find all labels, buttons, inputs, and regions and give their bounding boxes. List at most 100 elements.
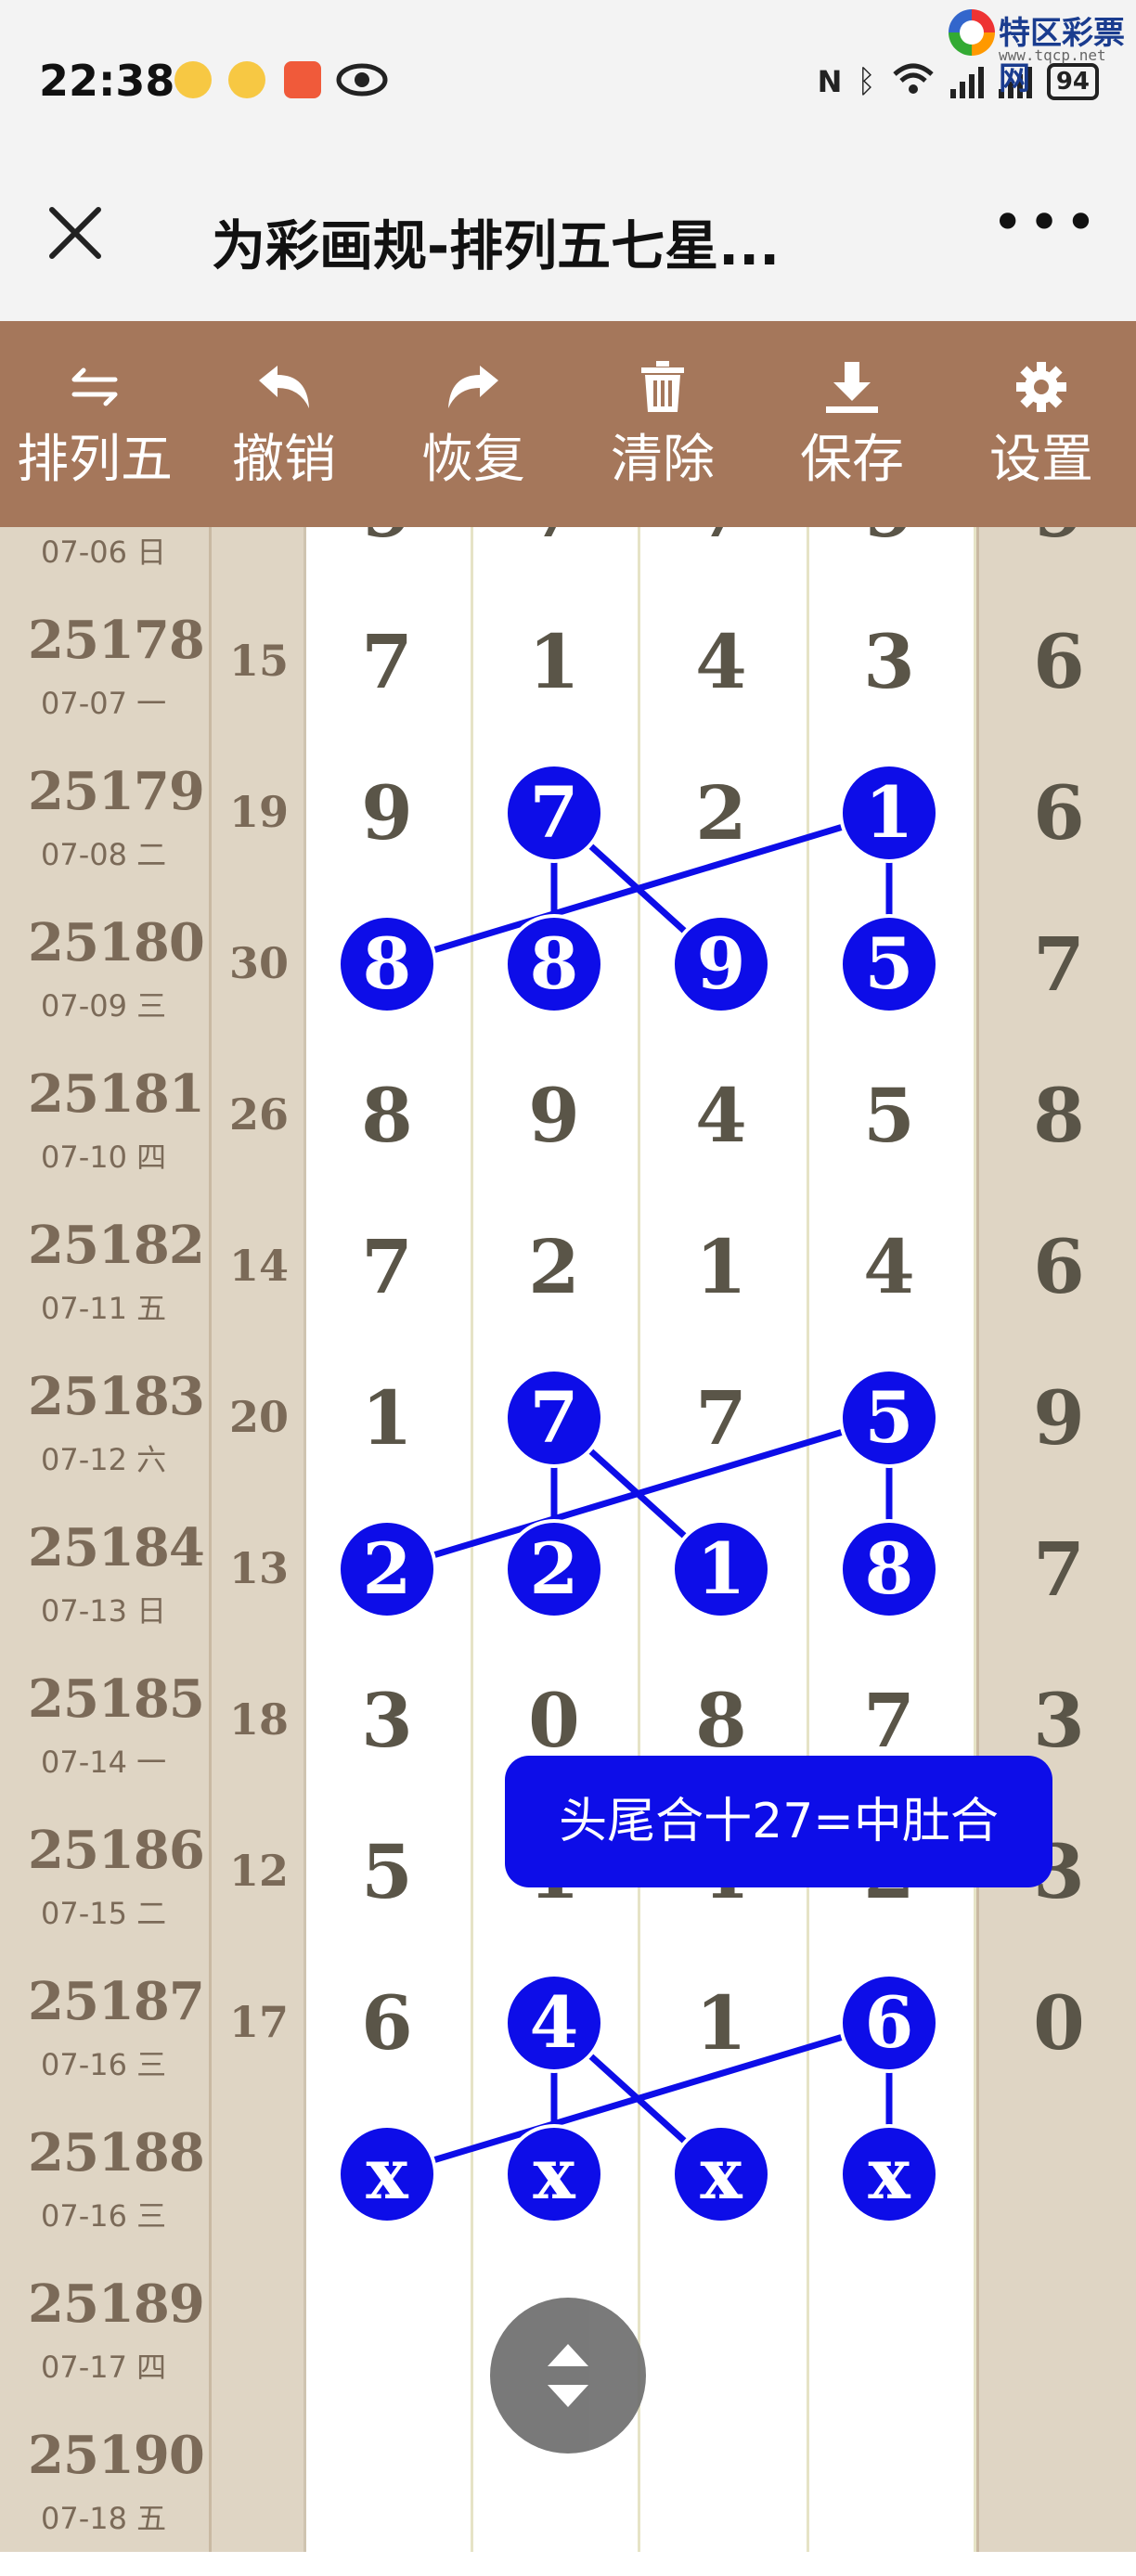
- draw-row: 25178 07-07 一 15 7 1 4 3 6: [0, 586, 1136, 737]
- digit: 1: [695, 1223, 747, 1310]
- fifth-digit-cell: [976, 2249, 1136, 2401]
- sum-cell: 12: [212, 1796, 306, 1947]
- close-button[interactable]: [43, 200, 108, 265]
- digit: 3: [361, 1677, 413, 1764]
- issue-date: 07-09 三: [41, 988, 167, 1024]
- sum-cell: 15: [212, 586, 306, 737]
- digit: 9: [528, 1072, 580, 1159]
- fifth-digit-cell: 6: [976, 586, 1136, 737]
- digit-cell[interactable]: [473, 1342, 640, 1493]
- digit-cell[interactable]: [473, 888, 640, 1039]
- digit-cell[interactable]: [473, 1947, 640, 2098]
- digit: 3: [863, 618, 915, 705]
- digit-cell[interactable]: [809, 737, 976, 888]
- sum-value: 30: [228, 938, 289, 988]
- digit-cell[interactable]: [473, 2098, 640, 2249]
- issue-date: 07-06 日: [41, 535, 167, 570]
- fifth-digit-cell: 6: [976, 1191, 1136, 1342]
- digit: 7: [498, 527, 610, 555]
- digit-cell[interactable]: [640, 1493, 809, 1644]
- more-menu-button[interactable]: •••: [991, 195, 1097, 260]
- fifth-digit-cell: 9: [976, 527, 1136, 586]
- issue-cell: 25187 07-16 三: [0, 1947, 212, 2098]
- issue-number: 25184: [28, 1517, 205, 1578]
- issue-cell: 25190 07-18 五: [0, 2401, 212, 2552]
- digit: 2: [528, 1223, 580, 1310]
- sum-cell: 18: [212, 1644, 306, 1796]
- page-title: 为彩画规-排列五七星...: [212, 214, 781, 277]
- issue-date: 07-11 五: [41, 1291, 167, 1326]
- gear-icon: [1012, 358, 1071, 416]
- digit-cell[interactable]: [809, 2401, 976, 2552]
- draw-row: 25180 07-09 三 30 8895 7: [0, 888, 1136, 1039]
- fifth-digit: 0: [1033, 1979, 1085, 2067]
- sum-value: 13: [228, 1543, 289, 1593]
- scroll-handle[interactable]: [490, 2298, 646, 2454]
- digit-cell[interactable]: [306, 2401, 473, 2552]
- digit-cell[interactable]: [809, 1947, 976, 2098]
- draw-row: 2518707-16 三1764160: [0, 1947, 1136, 2098]
- toolbar-label: 清除: [611, 430, 715, 490]
- weibo-icon: [174, 61, 212, 98]
- watermark-url: www.tqcp.net: [999, 46, 1106, 64]
- trash-icon: [633, 358, 692, 416]
- fifth-digit-cell: 7: [976, 1493, 1136, 1644]
- sum-cell: 20: [212, 1342, 306, 1493]
- issue-cell: 25179 07-08 二: [0, 737, 212, 888]
- fifth-digit: 6: [1033, 618, 1085, 705]
- digit-cell[interactable]: [809, 1493, 976, 1644]
- digit-cell[interactable]: [640, 2401, 809, 2552]
- sum-value: 12: [228, 1846, 289, 1896]
- fifth-digit-cell: 0: [976, 1947, 1136, 2098]
- issue-date: 07-12 六: [41, 1442, 167, 1477]
- numbers-cell: 6416: [306, 1947, 976, 2098]
- issue-cell: 25185 07-14 一: [0, 1644, 212, 1796]
- fifth-digit: 7: [1033, 921, 1085, 1008]
- numbers-cell: 9 7 7 9: [306, 527, 976, 586]
- download-icon: [822, 358, 882, 416]
- issue-cell: 25186 07-15 二: [0, 1796, 212, 1947]
- fifth-digit: 9: [1033, 1374, 1085, 1462]
- digit-cell[interactable]: [306, 1493, 473, 1644]
- redo-button[interactable]: 恢复: [379, 321, 568, 527]
- clear-button[interactable]: 清除: [568, 321, 757, 527]
- sum-value: 32: [212, 527, 306, 535]
- undo-button[interactable]: 撤销: [189, 321, 379, 527]
- digit-cell[interactable]: [640, 2098, 809, 2249]
- digit-cell[interactable]: [473, 1493, 640, 1644]
- save-button[interactable]: 保存: [757, 321, 947, 527]
- grid-content: 2517707-06 日32977992517807-07 一157143625…: [0, 527, 1136, 2552]
- digit-cell[interactable]: [809, 2249, 976, 2401]
- issue-date: 07-14 一: [41, 1745, 167, 1780]
- toolbar-label: 设置: [989, 430, 1093, 490]
- digit-cell[interactable]: [306, 2098, 473, 2249]
- fifth-digit: 3: [1033, 1677, 1085, 1764]
- digit-cell[interactable]: [306, 888, 473, 1039]
- signal-icon: [949, 65, 984, 98]
- digit: 1: [528, 618, 580, 705]
- draw-grid[interactable]: 2517707-06 日32977992517807-07 一157143625…: [0, 527, 1136, 2576]
- digit: 7: [665, 527, 777, 555]
- switch-game-button[interactable]: 排列五: [0, 321, 189, 527]
- status-bar: 22:38 N ᛒ 94 特区彩票网 www.tqcp.net: [0, 0, 1136, 167]
- digit-cell[interactable]: [473, 737, 640, 888]
- digit-cell[interactable]: [809, 1342, 976, 1493]
- draw-row: 25184 07-13 日 13 2218 7: [0, 1493, 1136, 1644]
- fifth-digit: 9: [979, 527, 1136, 555]
- digit-cell[interactable]: [809, 888, 976, 1039]
- digit-cell[interactable]: [306, 2249, 473, 2401]
- numbers-cell: 9721: [306, 737, 976, 888]
- digit-cell[interactable]: [640, 888, 809, 1039]
- issue-number: 25183: [28, 1366, 205, 1427]
- digit: 4: [863, 1223, 915, 1310]
- result-toast: 头尾合十27=中肚合: [505, 1756, 1052, 1887]
- digit-cell[interactable]: [809, 2098, 976, 2249]
- app-notification-icon: [284, 61, 321, 98]
- digit: 1: [695, 1979, 747, 2067]
- digit-cell[interactable]: [640, 2249, 809, 2401]
- fifth-digit-cell: [976, 2401, 1136, 2552]
- sum-cell: 26: [212, 1039, 306, 1191]
- sum-cell: [212, 2401, 306, 2552]
- settings-button[interactable]: 设置: [947, 321, 1136, 527]
- issue-cell: 25184 07-13 日: [0, 1493, 212, 1644]
